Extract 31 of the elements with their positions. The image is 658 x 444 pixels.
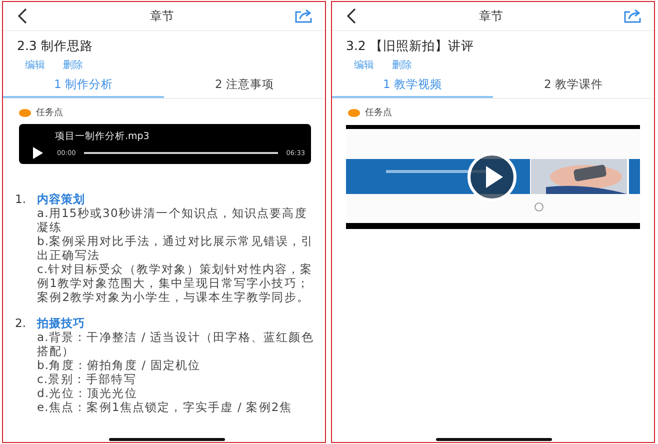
tab[interactable]: 1 制作分析	[3, 74, 164, 98]
task-label: 任务点	[36, 106, 63, 119]
screen-title: 章节	[479, 8, 503, 24]
back-icon[interactable]	[17, 8, 29, 24]
tab[interactable]: 2 注意事项	[164, 74, 325, 98]
delete-link[interactable]: 删除	[392, 58, 412, 72]
delete-link[interactable]: 删除	[63, 58, 83, 72]
section-heading: 拍摄技巧	[37, 316, 85, 330]
screen-title: 章节	[150, 8, 174, 24]
share-icon[interactable]	[295, 9, 313, 23]
list-item: e.焦点：案例1焦点锁定，字实手虚 / 案例2焦	[36, 400, 293, 414]
list-item: d.光位：顶光光位	[36, 386, 138, 400]
task-dot-icon	[348, 108, 360, 116]
back-icon[interactable]	[346, 8, 358, 24]
task-dot-icon	[19, 108, 31, 116]
play-icon[interactable]	[33, 147, 43, 159]
lesson-title: 3.2 【旧照新拍】讲评	[345, 37, 475, 55]
edit-link[interactable]: 编辑	[354, 58, 374, 72]
task-label: 任务点	[365, 106, 392, 119]
tab[interactable]: 2 教学课件	[493, 74, 654, 98]
tab[interactable]: 1 教学视频	[332, 74, 493, 98]
file-name: 项目一制作分析.mp3	[54, 130, 150, 143]
list-item: c.针对目标受众（教学对象）策划针对性内容，案例1教学对象范围大，集中呈现日常写字小技巧；案例2教学对象为小学生，与课本生字教学同步。	[36, 262, 314, 304]
list-number: 2.	[15, 316, 27, 330]
lesson-title: 2.3 制作思路	[16, 37, 94, 55]
list-item: c.景别：手部特写	[36, 372, 138, 386]
section-heading: 内容策划	[37, 192, 85, 206]
list-item: b.角度：俯拍角度 / 固定机位	[36, 358, 202, 372]
edit-link[interactable]: 编辑	[25, 58, 45, 72]
share-icon[interactable]	[624, 9, 642, 23]
list-number: 1.	[15, 192, 27, 206]
